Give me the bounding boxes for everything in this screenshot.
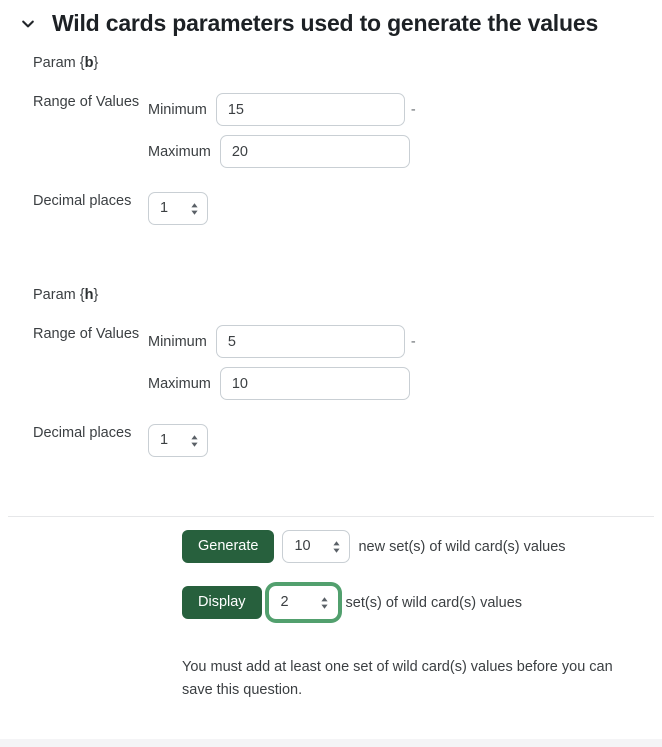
section-divider xyxy=(8,516,654,517)
decimal-places-row-b: Decimal places 1 xyxy=(0,192,662,225)
decimal-places-label: Decimal places xyxy=(33,425,132,441)
select-arrows-icon xyxy=(190,202,199,216)
range-of-values-label: Range of Values xyxy=(33,94,140,110)
minimum-input-h[interactable] xyxy=(215,325,405,358)
pre-divider-spacer xyxy=(0,457,662,516)
minimum-line-b: Minimum - xyxy=(148,93,662,126)
param-block-spacer xyxy=(0,225,662,287)
range-of-values-row-h: Range of Values Minimum - Maximum xyxy=(0,325,662,400)
select-arrows-icon xyxy=(190,434,199,448)
generate-row: Generate 10 new set(s) of wild card(s) v… xyxy=(182,530,662,563)
decimal-places-select-wrap-h: 1 xyxy=(148,424,208,457)
display-trailing-text: set(s) of wild card(s) values xyxy=(345,594,523,611)
decimal-places-select-h[interactable]: 1 xyxy=(148,424,208,457)
param-block-b: Param {b} xyxy=(0,55,662,71)
range-separator: - xyxy=(410,101,416,118)
range-of-values-label: Range of Values xyxy=(33,326,140,342)
minimum-label: Minimum xyxy=(148,333,207,350)
maximum-label: Maximum xyxy=(148,143,211,160)
generate-count-value: 10 xyxy=(294,538,311,555)
generate-count-select[interactable]: 10 xyxy=(282,530,351,563)
param-block-h: Param {h} xyxy=(0,287,662,303)
maximum-line-b: Maximum xyxy=(148,135,662,168)
wildcard-params-form: Param {b} Range of Values Minimum - Maxi… xyxy=(0,55,662,703)
decimal-places-select-b[interactable]: 1 xyxy=(148,192,208,225)
maximum-line-h: Maximum xyxy=(148,367,662,400)
actions-area: Generate 10 new set(s) of wild card(s) v… xyxy=(0,530,662,619)
page-title: Wild cards parameters used to generate t… xyxy=(52,9,599,36)
param-name-prefix: Param { xyxy=(33,287,85,303)
generate-button[interactable]: Generate xyxy=(182,530,275,563)
chevron-down-icon[interactable] xyxy=(18,14,38,34)
range-separator: - xyxy=(410,333,416,350)
maximum-input-b[interactable] xyxy=(219,135,410,168)
section-header: Wild cards parameters used to generate t… xyxy=(0,0,662,36)
display-count-value: 2 xyxy=(280,594,289,611)
param-name-suffix: } xyxy=(93,287,99,303)
param-name-b: Param {b} xyxy=(0,55,662,71)
decimal-places-label: Decimal places xyxy=(33,193,132,209)
save-warning-text: You must add at least one set of wild ca… xyxy=(182,659,613,699)
display-count-select[interactable]: 2 xyxy=(268,586,338,619)
maximum-label: Maximum xyxy=(148,375,211,392)
minimum-line-h: Minimum - xyxy=(148,325,662,358)
select-arrows-icon xyxy=(332,540,341,554)
generate-trailing-text: new set(s) of wild card(s) values xyxy=(358,538,566,555)
display-count-select-wrap: 2 xyxy=(268,586,338,619)
display-row: Display 2 set(s) of wild card(s) values xyxy=(182,586,662,619)
param-name-prefix: Param { xyxy=(33,55,85,71)
minimum-label: Minimum xyxy=(148,101,207,118)
bottom-band xyxy=(0,739,662,747)
decimal-places-row-h: Decimal places 1 xyxy=(0,424,662,457)
generate-count-select-wrap: 10 xyxy=(282,530,351,563)
select-arrows-icon xyxy=(320,596,329,610)
param-name-suffix: } xyxy=(93,55,99,71)
decimal-places-value-b: 1 xyxy=(160,200,169,217)
range-of-values-row-b: Range of Values Minimum - Maximum xyxy=(0,93,662,168)
decimal-places-select-wrap-b: 1 xyxy=(148,192,208,225)
maximum-input-h[interactable] xyxy=(219,367,410,400)
minimum-input-b[interactable] xyxy=(215,93,405,126)
decimal-places-value-h: 1 xyxy=(160,432,169,449)
display-button[interactable]: Display xyxy=(182,586,262,619)
param-name-h: Param {h} xyxy=(0,287,662,303)
